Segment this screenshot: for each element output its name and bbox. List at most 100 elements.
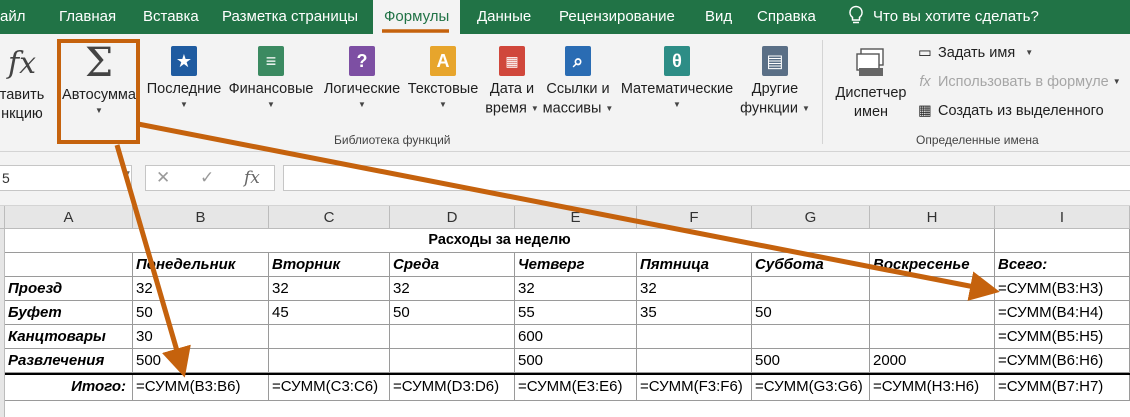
table-cell[interactable]: 600 [515,325,637,349]
create-from-selection-button[interactable]: ▦ Создать из выделенного [916,101,1104,121]
table-cell[interactable] [269,349,390,373]
table-cell[interactable]: 35 [637,301,752,325]
header-total[interactable]: Всего: [995,253,1130,277]
column-header-i[interactable]: I [995,206,1130,229]
insert-function-button[interactable]: fx тавить нкцию [0,44,50,124]
datetime-functions-button[interactable]: ▦ Дата и время ▼ [484,46,540,118]
total-cell[interactable]: =СУММ(C3:C6) [269,375,390,401]
table-cell[interactable]: =СУММ(B4:H4) [995,301,1130,325]
tab-view[interactable]: Вид [705,0,732,34]
recent-functions-button[interactable]: ★ Последние ▼ [144,46,224,111]
tab-file[interactable]: айл [0,0,25,34]
name-box[interactable]: 5 [0,165,132,191]
logical-functions-button[interactable]: ? Логические ▼ [320,46,404,111]
total-cell[interactable]: =СУММ(B7:H7) [995,375,1130,401]
table-cell[interactable] [390,349,515,373]
row-label[interactable]: Развлечения [5,349,133,373]
table-cell[interactable] [269,325,390,349]
header-wednesday[interactable]: Среда [390,253,515,277]
fx-icon: fx [7,46,37,81]
table-cell[interactable] [637,325,752,349]
lookup-functions-button[interactable]: ⌕ Ссылки и массивы ▼ [542,46,614,118]
table-cell[interactable]: 32 [390,277,515,301]
table-cell[interactable] [390,325,515,349]
table-cell[interactable]: 30 [133,325,269,349]
table-title[interactable]: Расходы за неделю [5,229,995,253]
column-header-d[interactable]: D [390,206,515,229]
text-functions-button[interactable]: A Текстовые ▼ [406,46,480,111]
column-header-f[interactable]: F [637,206,752,229]
table-cell[interactable] [752,325,870,349]
header-monday[interactable]: Понедельник [133,253,269,277]
header-thursday[interactable]: Четверг [515,253,637,277]
table-cell[interactable]: 500 [515,349,637,373]
table-cell[interactable]: =СУММ(B3:H3) [995,277,1130,301]
table-cell[interactable]: 500 [133,349,269,373]
table-cell[interactable]: 50 [133,301,269,325]
financial-functions-button[interactable]: ≡ Финансовые ▼ [226,46,316,111]
chevron-down-icon: ▼ [605,104,614,113]
table-cell[interactable] [752,277,870,301]
table-cell[interactable] [870,325,995,349]
column-header-h[interactable]: H [870,206,995,229]
table-cell[interactable]: 50 [390,301,515,325]
table-cell[interactable]: 500 [752,349,870,373]
total-label[interactable]: Итого: [5,375,133,401]
tab-help[interactable]: Справка [757,0,816,34]
math-functions-button[interactable]: θ Математические ▼ [618,46,736,111]
tab-review[interactable]: Рецензирование [559,0,675,34]
column-header-a[interactable]: A [5,206,133,229]
total-cell[interactable]: =СУММ(D3:D6) [390,375,515,401]
insert-function-fx-icon[interactable]: fx [244,166,260,190]
table-cell[interactable]: 32 [133,277,269,301]
total-cell[interactable]: =СУММ(H3:H6) [870,375,995,401]
formula-buttons: ✕ ✓ fx [145,165,275,191]
column-header-g[interactable]: G [752,206,870,229]
column-header-c[interactable]: C [269,206,390,229]
table-cell[interactable] [5,253,133,277]
use-in-formula-button[interactable]: fx Использовать в формуле ▼ [916,72,1120,92]
tab-page-layout[interactable]: Разметка страницы [222,0,358,34]
defined-names-group-label: Определенные имена [916,133,1039,147]
name-manager-button[interactable]: Диспетчер имен [832,46,910,122]
table-cell[interactable]: =СУММ(B6:H6) [995,349,1130,373]
header-friday[interactable]: Пятница [637,253,752,277]
total-cell[interactable]: =СУММ(E3:E6) [515,375,637,401]
table-cell[interactable]: 32 [515,277,637,301]
tab-insert[interactable]: Вставка [143,0,199,34]
row-label[interactable]: Проезд [5,277,133,301]
total-cell[interactable]: =СУММ(B3:B6) [133,375,269,401]
tell-me-box[interactable]: Что вы хотите сделать? [847,0,1039,34]
table-cell[interactable] [870,277,995,301]
table-cell[interactable] [637,349,752,373]
enter-check-icon[interactable]: ✓ [200,166,214,190]
row-label[interactable]: Буфет [5,301,133,325]
header-tuesday[interactable]: Вторник [269,253,390,277]
define-name-button[interactable]: ▭ Задать имя ▼ [916,43,1033,63]
total-cell[interactable]: =СУММ(F3:F6) [637,375,752,401]
cancel-icon[interactable]: ✕ [156,166,170,190]
table-cell[interactable]: 55 [515,301,637,325]
table-cell[interactable] [870,301,995,325]
table-cell[interactable]: 32 [269,277,390,301]
tab-data[interactable]: Данные [477,0,531,34]
autosum-button[interactable]: Σ Автосумма ▼ [61,42,137,117]
tab-home[interactable]: Главная [59,0,116,34]
table-cell[interactable]: =СУММ(B5:H5) [995,325,1130,349]
chevron-down-icon: ▼ [530,104,539,113]
table-cell[interactable]: 45 [269,301,390,325]
table-cell[interactable]: 2000 [870,349,995,373]
table-cell[interactable]: 32 [637,277,752,301]
table-cell[interactable]: 50 [752,301,870,325]
table-cell[interactable] [995,229,1130,253]
column-header-b[interactable]: B [133,206,269,229]
more-functions-button[interactable]: ▤ Другие функции ▼ [738,46,812,118]
tab-formulas[interactable]: Формулы [373,0,461,34]
column-header-e[interactable]: E [515,206,637,229]
formula-input[interactable] [283,165,1130,191]
total-cell[interactable]: =СУММ(G3:G6) [752,375,870,401]
header-saturday[interactable]: Суббота [752,253,870,277]
header-sunday[interactable]: Воскресенье [870,253,995,277]
name-box-dropdown-icon[interactable]: ▼ [122,169,132,180]
row-label[interactable]: Канцтовары [5,325,133,349]
